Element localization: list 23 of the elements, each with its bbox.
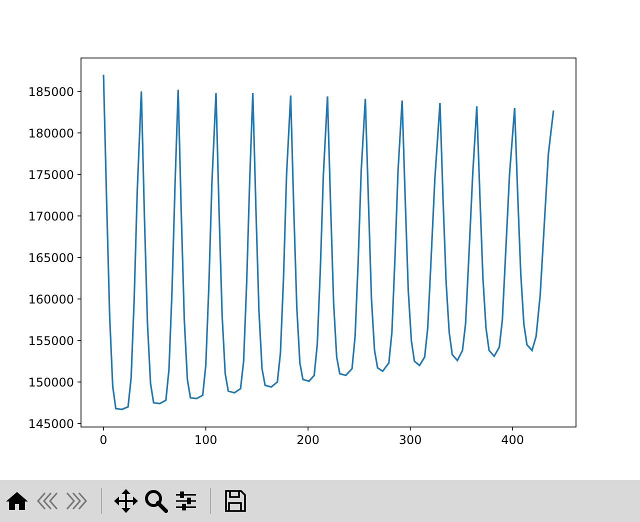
zoom-button[interactable]: [142, 487, 170, 515]
tick-label: 175000: [28, 168, 74, 182]
tick-label: 300: [398, 433, 422, 447]
pan-button[interactable]: [112, 487, 140, 515]
move-icon: [114, 489, 138, 513]
tick-label: 400: [501, 433, 524, 447]
tick-label: 100: [194, 433, 218, 447]
back-icon: [36, 492, 58, 510]
tick-label: 185000: [28, 84, 74, 99]
home-icon: [6, 492, 28, 510]
tick-label: 165000: [28, 250, 74, 265]
tick-label: 180000: [28, 126, 74, 140]
tick-label: 145000: [28, 417, 74, 432]
tick-label: 0: [100, 433, 108, 447]
sliders-icon: [176, 492, 196, 510]
tick-label: 150000: [28, 376, 74, 390]
tick-label: 160000: [28, 292, 74, 306]
tick-label: 155000: [28, 334, 74, 348]
forward-icon: [66, 492, 88, 510]
tick-label: 170000: [28, 209, 74, 224]
save-icon: [225, 490, 246, 512]
zoom-icon: [145, 490, 168, 513]
tick-label: 200: [296, 433, 320, 447]
